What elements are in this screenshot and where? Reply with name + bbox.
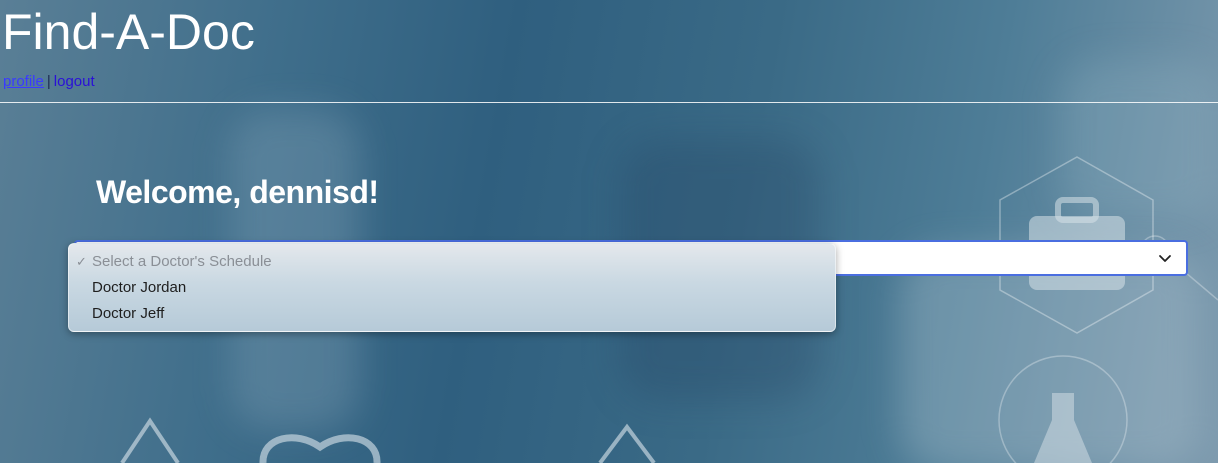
welcome-heading: Welcome, dennisd! (96, 174, 379, 210)
pulse-icon (120, 417, 180, 463)
nav-separator: | (46, 73, 51, 90)
dropdown-option-doctor-jeff[interactable]: Doctor Jeff (69, 301, 835, 327)
flask-icon (1034, 393, 1092, 463)
option-label: Select a Doctor's Schedule (92, 253, 272, 270)
pulse-icon (598, 423, 656, 463)
option-label: Doctor Jeff (92, 305, 165, 322)
profile-link[interactable]: profile (3, 73, 44, 90)
dropdown-option-doctor-jordan[interactable]: Doctor Jordan (69, 275, 835, 301)
chevron-down-icon[interactable] (1158, 251, 1172, 265)
circle-outline (998, 355, 1128, 463)
check-icon: ✓ (76, 254, 87, 269)
option-label: Doctor Jordan (92, 279, 187, 296)
logout-link[interactable]: logout (54, 73, 95, 90)
user-nav: profile | logout (3, 73, 95, 91)
header: Find-A-Doc profile | logout (0, 0, 1218, 103)
dropdown-option-placeholder: ✓ Select a Doctor's Schedule (69, 249, 835, 275)
background-blur-shape (900, 250, 1200, 463)
heart-icon (259, 434, 381, 463)
doctor-select-dropdown: ✓ Select a Doctor's Schedule Doctor Jord… (68, 243, 836, 332)
app-title: Find-A-Doc (2, 4, 255, 60)
